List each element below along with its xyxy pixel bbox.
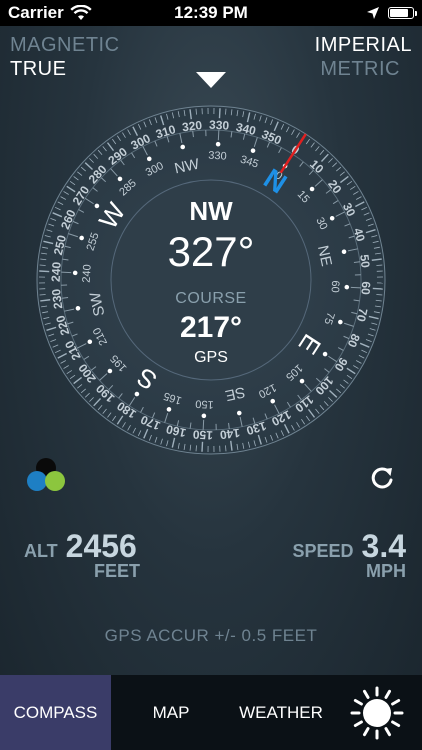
heading-direction: NW bbox=[189, 196, 233, 226]
outer-degree-label: 320 bbox=[181, 118, 203, 134]
inner-degree-label: 150 bbox=[195, 397, 214, 410]
altitude-label: ALT bbox=[24, 541, 58, 561]
tab-sun[interactable] bbox=[331, 675, 422, 750]
course-source: GPS bbox=[194, 349, 228, 366]
sun-ray bbox=[362, 726, 369, 736]
sun-ray bbox=[390, 720, 400, 727]
altitude-block: ALT 2456 FEET bbox=[24, 528, 140, 582]
altitude-value: 2456 bbox=[65, 528, 137, 564]
refresh-icon[interactable] bbox=[368, 464, 396, 492]
speed-unit: MPH bbox=[366, 561, 406, 581]
sun-ray bbox=[384, 689, 391, 699]
speed-value: 3.4 bbox=[361, 528, 406, 564]
tab-bar: COMPASS MAP WEATHER bbox=[0, 675, 422, 750]
speed-label: SPEED bbox=[292, 541, 354, 561]
app-logo-icon bbox=[27, 458, 65, 491]
sun-ray bbox=[353, 698, 363, 705]
gps-accuracy: GPS ACCUR +/- 0.5 FEET bbox=[104, 626, 318, 645]
course-degrees: 217° bbox=[179, 311, 243, 344]
tab-compass[interactable]: COMPASS bbox=[0, 675, 111, 750]
inner-degree-label: 330 bbox=[208, 150, 227, 163]
heading-degrees: 327° bbox=[167, 228, 255, 275]
course-label: COURSE bbox=[175, 290, 247, 307]
speed-block: SPEED 3.4 MPH bbox=[292, 528, 406, 582]
sun-ray bbox=[362, 689, 369, 699]
sun-ray bbox=[390, 698, 400, 705]
outer-degree-label: 140 bbox=[219, 426, 241, 442]
tab-map[interactable]: MAP bbox=[111, 675, 231, 750]
tab-weather[interactable]: WEATHER bbox=[231, 675, 331, 750]
sun-ray bbox=[384, 726, 391, 736]
sun-ray bbox=[353, 720, 363, 727]
heading-marker-icon bbox=[196, 72, 226, 88]
sun-icon bbox=[350, 686, 403, 739]
